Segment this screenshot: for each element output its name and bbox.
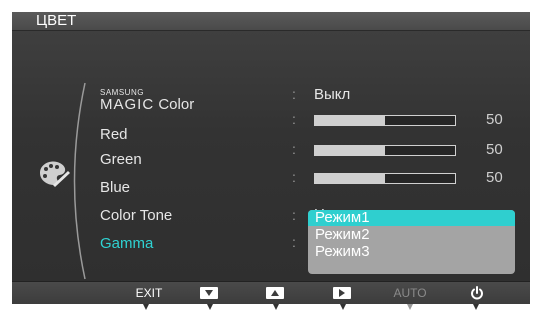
blue-slider-fill (315, 174, 385, 183)
key-pointer (473, 304, 479, 310)
blue-slider[interactable] (314, 173, 456, 184)
gamma-dropdown[interactable]: Режим1 Режим2 Режим3 (308, 210, 515, 274)
colon: : (292, 207, 296, 223)
colon: : (292, 141, 296, 157)
power-icon[interactable] (470, 286, 484, 300)
magic-brand-big: MAGIC Color (100, 96, 195, 113)
key-pointer (143, 304, 149, 310)
green-slider[interactable] (314, 145, 456, 156)
green-value: 50 (486, 141, 503, 158)
up-arrow-icon[interactable] (266, 287, 284, 299)
right-arrow-icon[interactable] (333, 287, 351, 299)
menu-arc-decoration (73, 82, 86, 280)
auto-button[interactable]: AUTO (390, 282, 430, 304)
key-pointer (340, 304, 346, 310)
title-bar: ЦВЕТ (12, 12, 530, 31)
blue-value: 50 (486, 169, 503, 186)
key-pointer (207, 304, 213, 310)
colon: : (292, 169, 296, 185)
button-guide-bar: EXIT AUTO (12, 281, 530, 304)
menu-item-green[interactable]: Green (100, 151, 142, 169)
red-slider-fill (315, 116, 385, 125)
down-arrow-icon[interactable] (200, 287, 218, 299)
exit-button[interactable]: EXIT (134, 282, 164, 304)
osd-menu: ЦВЕТ SAMSUNG MAGIC Color : Выкл Red : 50… (12, 12, 530, 304)
key-pointer (407, 304, 413, 310)
green-slider-fill (315, 146, 385, 155)
red-value: 50 (486, 111, 503, 128)
colon: : (292, 234, 296, 250)
palette-icon (40, 161, 70, 187)
menu-item-blue[interactable]: Blue (100, 179, 130, 197)
gamma-option[interactable]: Режим1 (308, 210, 515, 226)
gamma-option[interactable]: Режим2 (308, 227, 515, 243)
menu-item-gamma[interactable]: Gamma (100, 235, 153, 253)
red-slider[interactable] (314, 115, 456, 126)
magic-color-value: Выкл (314, 86, 351, 103)
key-pointer (273, 304, 279, 310)
colon: : (292, 111, 296, 127)
page-title: ЦВЕТ (36, 12, 77, 29)
menu-item-red[interactable]: Red (100, 126, 128, 144)
colon: : (292, 86, 296, 102)
menu-item-color-tone[interactable]: Color Tone (100, 207, 172, 225)
gamma-option[interactable]: Режим3 (308, 244, 515, 260)
